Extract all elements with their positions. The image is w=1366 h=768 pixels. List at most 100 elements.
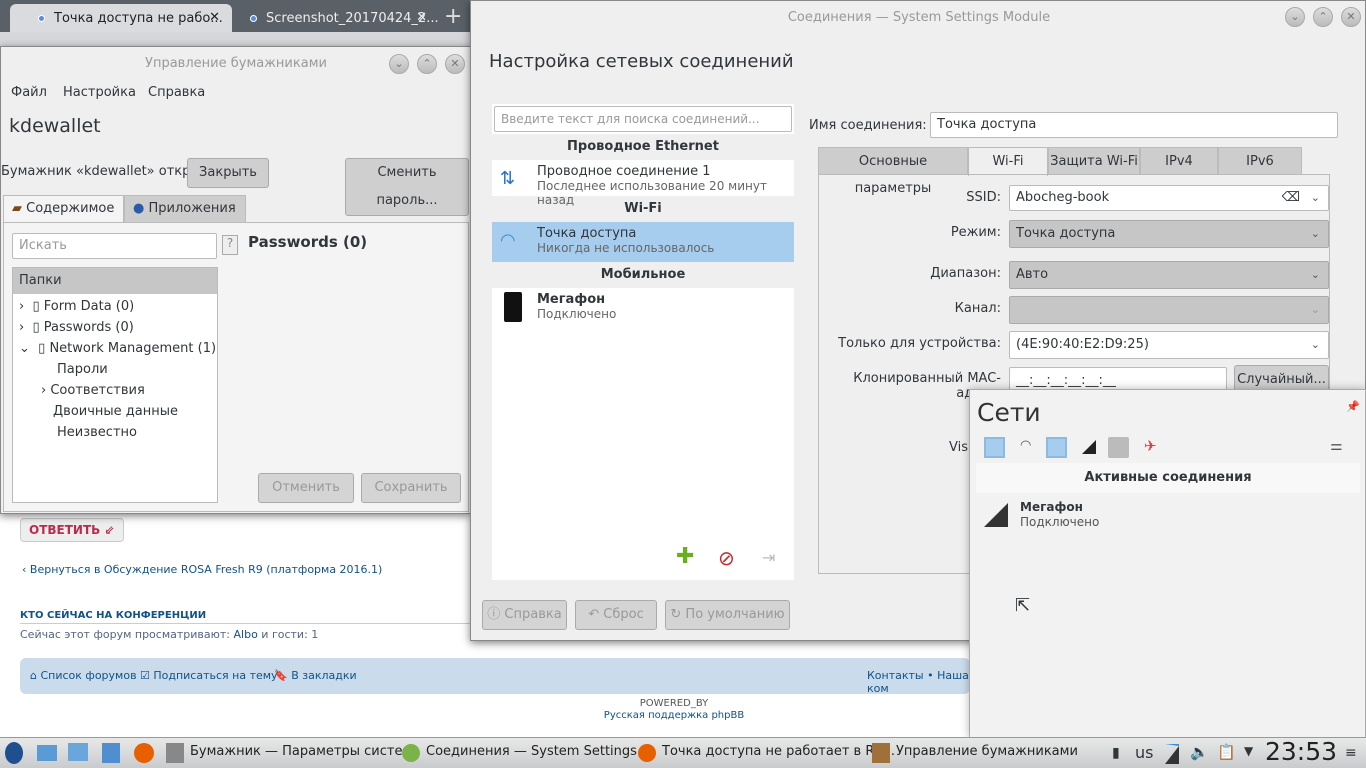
settings-sliders-icon[interactable]: ⚌ bbox=[1330, 438, 1343, 454]
connection-name-input[interactable]: Точка доступа bbox=[930, 112, 1338, 138]
wired-toggle[interactable] bbox=[984, 437, 1005, 458]
file-manager-icon[interactable] bbox=[68, 743, 88, 761]
pin-icon[interactable]: 📌 bbox=[1346, 400, 1360, 413]
tab-ipv4[interactable]: IPv4 bbox=[1140, 147, 1218, 175]
item-name: Проводное соединение 1 bbox=[537, 164, 711, 179]
airplane-mode-icon[interactable]: ✈ bbox=[1144, 437, 1157, 455]
clear-icon[interactable]: ⌫ bbox=[1282, 186, 1300, 210]
tab-general[interactable]: Основные параметры bbox=[818, 147, 968, 196]
clock[interactable]: 23:53 bbox=[1265, 737, 1337, 766]
ssid-combo[interactable]: Abocheg-book ⌫ ⌄ bbox=[1009, 185, 1329, 211]
mode-value: Точка доступа bbox=[1016, 226, 1116, 241]
volume-icon[interactable]: 🔈 bbox=[1190, 743, 1209, 761]
minimize-button[interactable]: ⌄ bbox=[389, 54, 409, 74]
connection-name-label: Имя соединения: bbox=[809, 118, 927, 133]
back-link[interactable]: ‹ Вернуться в Обсуждение ROSA Fresh R9 (… bbox=[22, 563, 382, 576]
tree-item[interactable]: Двоичные данные bbox=[13, 401, 217, 422]
tab-wifi-security[interactable]: Защита Wi-Fi bbox=[1048, 147, 1140, 175]
close-button[interactable]: ✕ bbox=[1341, 7, 1361, 27]
reply-button[interactable]: ОТВЕТИТЬ ⇙ bbox=[20, 518, 124, 542]
defaults-button[interactable]: ↻ По умолчанию bbox=[665, 600, 790, 630]
browser-tab[interactable]: Screenshot_20170424_2... ✕ bbox=[222, 4, 439, 32]
new-tab-button[interactable]: + bbox=[444, 4, 462, 29]
section-header: Проводное Ethernet bbox=[492, 134, 794, 160]
tab-contents[interactable]: ▰ Содержимое bbox=[3, 195, 124, 223]
save-button[interactable]: Сохранить bbox=[361, 473, 461, 503]
close-tab-icon[interactable]: ✕ bbox=[209, 10, 220, 25]
tab-ipv6[interactable]: IPv6 bbox=[1218, 147, 1302, 175]
contacts-link[interactable]: Контакты • Наша ком bbox=[867, 669, 970, 695]
task-connections[interactable]: Соединения — System Settings ... bbox=[426, 744, 653, 759]
change-password-button[interactable]: Сменить пароль... bbox=[345, 158, 469, 216]
mode-select[interactable]: Точка доступа ⌄ bbox=[1009, 220, 1329, 248]
cancel-button[interactable]: Отменить bbox=[258, 473, 354, 503]
search-input[interactable]: Искать bbox=[12, 233, 217, 259]
editor-icon[interactable] bbox=[102, 743, 120, 763]
task-firefox[interactable]: Точка доступа не работает в R9... bbox=[662, 744, 895, 759]
clipboard-icon[interactable]: 📋 bbox=[1217, 743, 1236, 761]
tray-expand-icon[interactable]: ▼ bbox=[1244, 744, 1253, 758]
remove-connection-icon[interactable]: ⊘ bbox=[718, 546, 735, 570]
maximize-button[interactable]: ⌃ bbox=[417, 54, 437, 74]
device-select[interactable]: (4E:90:40:E2:D9:25) ⌄ bbox=[1009, 331, 1329, 359]
panel-menu-icon[interactable]: ≡ bbox=[1345, 745, 1357, 761]
reset-button[interactable]: ↶ Сброс bbox=[575, 600, 657, 630]
close-wallet-button[interactable]: Закрыть bbox=[187, 158, 269, 188]
back-link-text: Вернуться в Обсуждение ROSA Fresh R9 (пл… bbox=[29, 563, 383, 576]
browser-tab-active[interactable]: Точка доступа не рабо... ✕ bbox=[10, 4, 232, 32]
tab-wifi[interactable]: Wi-Fi bbox=[968, 147, 1048, 176]
wifi-icon: ◠ bbox=[500, 230, 516, 251]
network-icon[interactable] bbox=[1165, 744, 1179, 764]
add-connection-icon[interactable]: ✚ bbox=[676, 544, 694, 569]
active-item-status: Подключено bbox=[1020, 515, 1100, 529]
close-tab-icon[interactable]: ✕ bbox=[416, 10, 427, 25]
window-title: Соединения — System Settings Module bbox=[787, 10, 1051, 25]
menu-settings[interactable]: Настройка bbox=[63, 85, 136, 100]
powered-by: POWERED_BY bbox=[639, 698, 709, 709]
bookmarks-link[interactable]: 🔖 В закладки bbox=[274, 669, 357, 682]
keyboard-layout[interactable]: us bbox=[1135, 743, 1153, 762]
chevron-down-icon: ⌄ bbox=[1310, 268, 1320, 281]
connection-item[interactable]: Мегафон Подключено bbox=[492, 288, 794, 324]
minimize-button[interactable]: ⌄ bbox=[1285, 7, 1305, 27]
forum-list-link[interactable]: ⌂ Список форумов bbox=[30, 669, 137, 682]
search-input[interactable]: Введите текст для поиска соединений... bbox=[494, 106, 792, 132]
tab-applications[interactable]: ● Приложения bbox=[124, 195, 246, 223]
tree-item[interactable]: › ▯ Passwords (0) bbox=[13, 317, 217, 338]
url-bar[interactable] bbox=[0, 32, 470, 46]
bookmarks-label: В закладки bbox=[291, 669, 357, 682]
channel-select[interactable]: ⌄ bbox=[1009, 296, 1329, 324]
task-wallet-manager[interactable]: Управление бумажниками bbox=[896, 744, 1078, 759]
ethernet-icon: ⇅ bbox=[500, 168, 516, 189]
usb-icon[interactable]: ▮ bbox=[1112, 745, 1120, 761]
wifi-toggle[interactable] bbox=[1046, 437, 1067, 458]
menu-help[interactable]: Справка bbox=[148, 85, 205, 100]
maximize-button[interactable]: ⌃ bbox=[1313, 7, 1333, 27]
tree-item[interactable]: ⌄ ▯ Network Management (1) bbox=[13, 338, 217, 359]
support-link[interactable]: Русская поддержка phpBB bbox=[574, 710, 774, 721]
firefox-icon[interactable] bbox=[134, 743, 154, 763]
online-user-link[interactable]: Albo bbox=[234, 628, 258, 641]
mobile-toggle[interactable] bbox=[1108, 437, 1129, 458]
menu-file[interactable]: Файл bbox=[11, 85, 47, 100]
device-label: Только для устройства: bbox=[838, 336, 1001, 351]
connection-item-selected[interactable]: ◠ Точка доступа Никогда не использовалось bbox=[492, 222, 794, 262]
help-icon: ? bbox=[222, 235, 238, 255]
tree-item[interactable]: Неизвестно bbox=[13, 422, 217, 443]
tree-item[interactable]: Пароли bbox=[13, 359, 217, 380]
close-button[interactable]: ✕ bbox=[445, 54, 465, 74]
popup-title: Сети bbox=[977, 398, 1041, 427]
active-item-name[interactable]: Мегафон bbox=[1020, 500, 1083, 514]
export-icon[interactable]: ⇥ bbox=[762, 548, 775, 567]
tree-item[interactable]: › ▯ Form Data (0) bbox=[13, 296, 217, 317]
mobile-signal-icon bbox=[1082, 440, 1096, 454]
subscribe-link[interactable]: ☑ Подписаться на тему bbox=[140, 669, 278, 682]
tree-item[interactable]: › Соответствия bbox=[13, 380, 217, 401]
wifi-icon: ◠ bbox=[1020, 438, 1032, 453]
task-wallet-settings[interactable]: Бумажник — Параметры систе... bbox=[190, 744, 415, 759]
app-launcher-icon[interactable] bbox=[5, 742, 23, 764]
help-button[interactable]: ⓘ Справка bbox=[482, 600, 567, 630]
desktop-icon[interactable] bbox=[37, 745, 57, 761]
band-select[interactable]: Авто ⌄ bbox=[1009, 261, 1329, 289]
connection-item[interactable]: ⇅ Проводное соединение 1 Последнее использ… bbox=[492, 160, 794, 207]
